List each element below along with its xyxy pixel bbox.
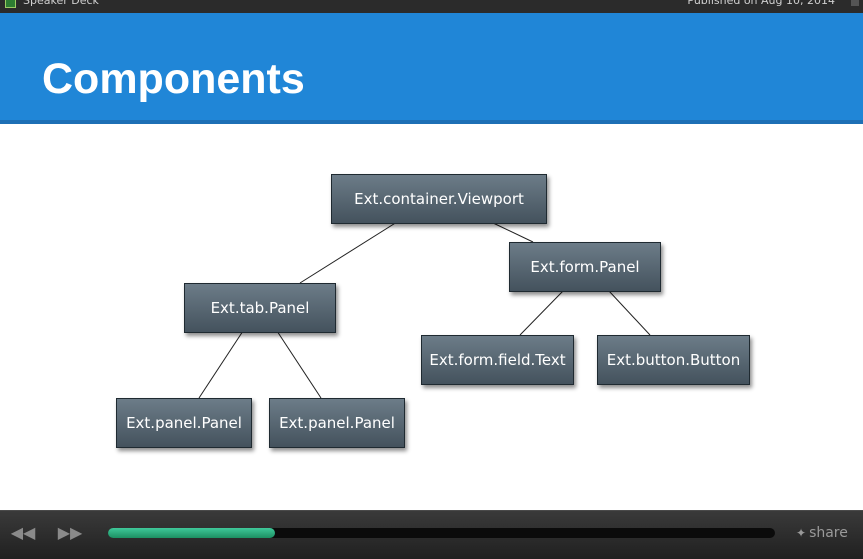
progress-bar[interactable]	[108, 528, 775, 538]
published-date: Published on Aug 10, 2014	[687, 0, 835, 7]
window-title-bar: Speaker Deck Published on Aug 10, 2014	[0, 0, 863, 13]
node-form-panel: Ext.form.Panel	[509, 242, 661, 292]
node-tab-panel: Ext.tab.Panel	[184, 283, 336, 333]
progress-fill	[108, 528, 275, 538]
rewind-icon[interactable]: ◀◀	[10, 523, 36, 543]
app-name: Speaker Deck	[23, 0, 99, 7]
node-button: Ext.button.Button	[597, 335, 750, 385]
twitter-bird-icon: ✦	[796, 526, 807, 540]
player-controls: ◀◀ ▶▶ ✦ share	[0, 510, 863, 559]
node-viewport: Ext.container.Viewport	[331, 174, 547, 224]
slide-header: Components	[0, 13, 863, 124]
node-field-text: Ext.form.field.Text	[421, 335, 574, 385]
app-logo-icon	[5, 0, 16, 8]
fullscreen-icon[interactable]	[851, 0, 859, 6]
node-panel-2: Ext.panel.Panel	[269, 398, 405, 448]
slide-title: Components	[42, 55, 305, 103]
fast-forward-icon[interactable]: ▶▶	[57, 523, 83, 543]
share-label: share	[809, 525, 848, 541]
node-panel-1: Ext.panel.Panel	[116, 398, 252, 448]
share-button[interactable]: ✦ share	[796, 524, 848, 542]
